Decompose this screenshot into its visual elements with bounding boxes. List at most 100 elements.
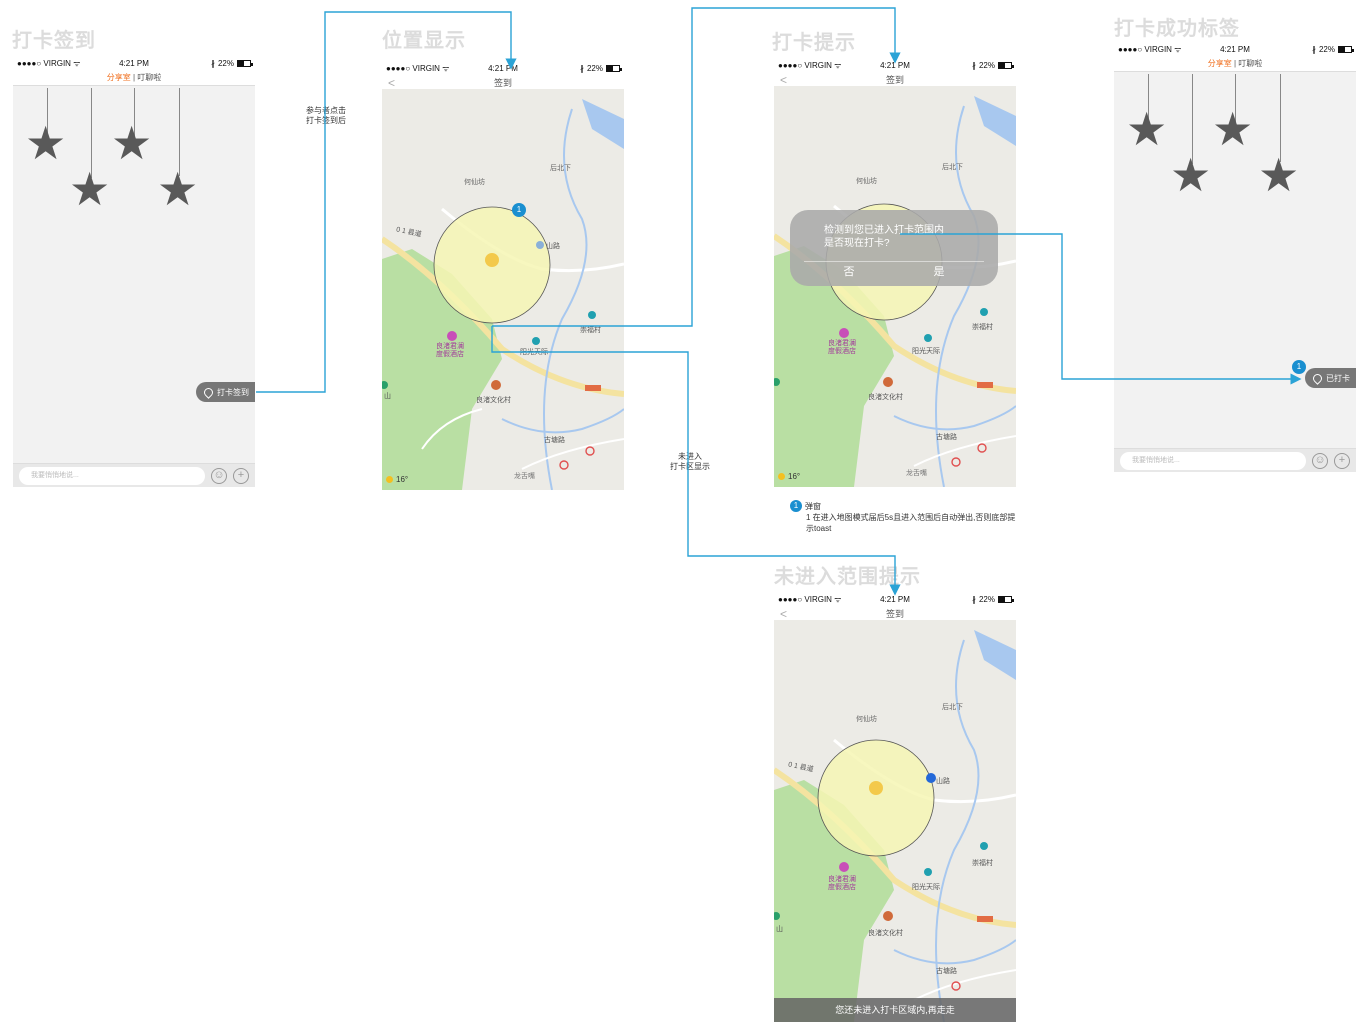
map-label-hotel: 良渚君澜 度假酒店 <box>436 343 464 358</box>
checked-in-tag[interactable]: 已打卡 <box>1305 368 1356 388</box>
checkin-button-label: 打卡签到 <box>217 387 249 397</box>
smiley-icon[interactable]: ☺ <box>211 467 227 484</box>
tab-bar: 分享室 | 叮聊啦 <box>13 70 255 86</box>
status-bar: ●●●●○ VIRGIN ᯤ 4:21 PM ∦ 22% <box>774 592 1016 606</box>
map-label-hotel: 良渚君澜 度假酒店 <box>828 876 856 891</box>
map-label-culture: 良渚文化村 <box>868 930 903 937</box>
map-label-hexian: 何仙坊 <box>856 716 877 723</box>
dialog-no-button[interactable]: 否 <box>804 262 894 282</box>
star-icon: ★ <box>69 163 111 215</box>
carrier: ●●●●○ VIRGIN ᯤ <box>386 63 450 73</box>
title-location: 位置显示 <box>382 28 466 52</box>
phone-success: ●●●●○ VIRGIN ᯤ 4:21 PM ∦ 22% 分享室 | 叮聊啦 ★ … <box>1114 42 1356 472</box>
battery-icon <box>998 61 1014 69</box>
tab-separator: | <box>1233 59 1237 68</box>
nav-title: 签到 <box>493 78 512 88</box>
battery-icon <box>606 64 622 72</box>
map-view[interactable]: 何仙坊 后北下 0 1 县道 山路 崇福村 良渚君澜 度假酒店 阳光天际 良渚文化… <box>774 620 1016 1022</box>
map-label-yangguang: 阳光天际 <box>912 884 940 891</box>
tab-chat[interactable]: 叮聊啦 <box>1238 59 1262 68</box>
star-icon: ★ <box>1126 103 1168 155</box>
carrier: ●●●●○ VIRGIN ᯤ <box>17 58 81 68</box>
map-graphic <box>382 99 624 490</box>
clock: 4:21 PM <box>119 58 149 68</box>
star-icon: ★ <box>25 117 67 169</box>
annotation-after-click: 参与者点击 打卡签到后 <box>306 106 346 125</box>
map-label-gutang: 古塘路 <box>936 968 957 975</box>
title-prompt: 打卡提示 <box>772 30 856 54</box>
map-label-gutang: 古塘路 <box>936 434 957 441</box>
comment-input[interactable]: 我要悄悄地说... <box>1120 451 1306 470</box>
map-label-culture: 良渚文化村 <box>476 397 511 404</box>
dialog-buttons: 否 是 <box>804 261 984 282</box>
marker-badge: 1 <box>512 203 526 217</box>
comment-input[interactable]: 我要悄悄地说... <box>19 466 205 485</box>
tab-share-room[interactable]: 分享室 <box>107 73 131 82</box>
note-badge: 1 <box>790 500 802 512</box>
battery-percent: 22% <box>586 63 603 73</box>
clock: 4:21 PM <box>488 63 518 73</box>
bluetooth-icon: ∦ <box>1311 44 1316 54</box>
nav-title: 签到 <box>885 609 904 619</box>
smiley-icon[interactable]: ☺ <box>1312 452 1328 469</box>
map-label-shan: 山 <box>776 926 783 933</box>
nav-title: 签到 <box>885 75 904 85</box>
status-bar: ●●●●○ VIRGIN ᯤ 4:21 PM ∦ 22% <box>13 56 255 70</box>
map-label-shan-road: 山路 <box>936 778 950 785</box>
bluetooth-icon: ∦ <box>971 594 976 604</box>
map-label-gutang: 古塘路 <box>544 437 565 444</box>
star-icon: ★ <box>1212 103 1254 155</box>
battery-icon <box>1338 45 1354 53</box>
map-label-hexian: 何仙坊 <box>856 178 877 185</box>
clock: 4:21 PM <box>880 594 910 604</box>
title-checkin: 打卡签到 <box>12 28 96 52</box>
map-label-dabei: 后北下 <box>942 164 963 171</box>
dialog-yes-button[interactable]: 是 <box>894 262 984 282</box>
checkin-button[interactable]: 打卡签到 <box>196 382 255 402</box>
tab-chat[interactable]: 叮聊啦 <box>137 73 161 82</box>
bluetooth-icon: ∦ <box>971 60 976 70</box>
phone-location: ●●●●○ VIRGIN ᯤ 4:21 PM ∦ 22% < 签到 何仙坊 后北… <box>382 61 624 490</box>
note-title: 弹窗 <box>805 501 821 511</box>
checked-in-label: 已打卡 <box>1326 373 1350 383</box>
map-label-culture: 良渚文化村 <box>868 394 903 401</box>
weather-widget: 16° <box>778 472 800 481</box>
note-body: 1 在进入地图模式届后5s且进入范围后自动弹出,否则底部提示toast <box>806 513 1016 533</box>
phone-checkin: ●●●●○ VIRGIN ᯤ 4:21 PM ∦ 22% 分享室 | 叮聊啦 ★ … <box>13 56 255 487</box>
map-label-chongfu: 崇福村 <box>972 860 993 867</box>
star-icon: ★ <box>1170 149 1212 201</box>
battery-icon <box>998 595 1014 603</box>
map-label-shan: 山 <box>384 393 391 400</box>
map-view[interactable]: 何仙坊 后北下 0 1 县道 山路 崇福村 良渚君澜 度假酒店 阳光天际 良渚文化… <box>382 89 624 490</box>
map-label-chongfu: 崇福村 <box>580 327 601 334</box>
plus-icon[interactable]: + <box>233 467 249 484</box>
location-pin-icon <box>202 385 215 399</box>
location-pin-icon <box>1311 371 1324 385</box>
tab-share-room[interactable]: 分享室 <box>1208 59 1232 68</box>
map-graphic <box>774 96 1016 487</box>
plus-icon[interactable]: + <box>1334 452 1350 469</box>
map-view[interactable]: 何仙坊 后北下 崇福村 良渚君澜 度假酒店 阳光天际 良渚文化村 古塘路 龙舌嘴 … <box>774 86 1016 487</box>
status-bar: ●●●●○ VIRGIN ᯤ 4:21 PM ∦ 22% <box>774 58 1016 72</box>
carrier: ●●●●○ VIRGIN ᯤ <box>778 594 842 604</box>
map-label-longshe: 龙舌嘴 <box>514 473 535 480</box>
map-label-dabei: 后北下 <box>550 165 571 172</box>
carrier: ●●●●○ VIRGIN ᯤ <box>1118 44 1182 54</box>
phone-prompt: ●●●●○ VIRGIN ᯤ 4:21 PM ∦ 22% < 签到 何仙坊 后北下 <box>774 58 1016 487</box>
map-label-yangguang: 阳光天际 <box>520 349 548 356</box>
map-label-hexian: 何仙坊 <box>464 179 485 186</box>
map-label-longshe: 龙舌嘴 <box>906 470 927 477</box>
map-label-hotel: 良渚君澜 度假酒店 <box>828 340 856 355</box>
battery-icon <box>237 59 253 67</box>
map-label-shan-road: 山路 <box>546 243 560 250</box>
sun-icon <box>386 476 393 483</box>
marker-badge: 1 <box>1292 360 1306 374</box>
title-success: 打卡成功标签 <box>1114 16 1240 40</box>
dialog-message: 检测到您已进入打卡范围内 是否现在打卡? <box>824 225 944 249</box>
map-graphic <box>774 630 1016 1022</box>
title-out-of-range: 未进入范围提示 <box>774 564 921 588</box>
tab-bar: 分享室 | 叮聊啦 <box>1114 56 1356 72</box>
hanging-stars: ★ ★ ★ ★ <box>13 88 255 218</box>
battery-percent: 22% <box>978 594 995 604</box>
status-bar: ●●●●○ VIRGIN ᯤ 4:21 PM ∦ 22% <box>382 61 624 75</box>
